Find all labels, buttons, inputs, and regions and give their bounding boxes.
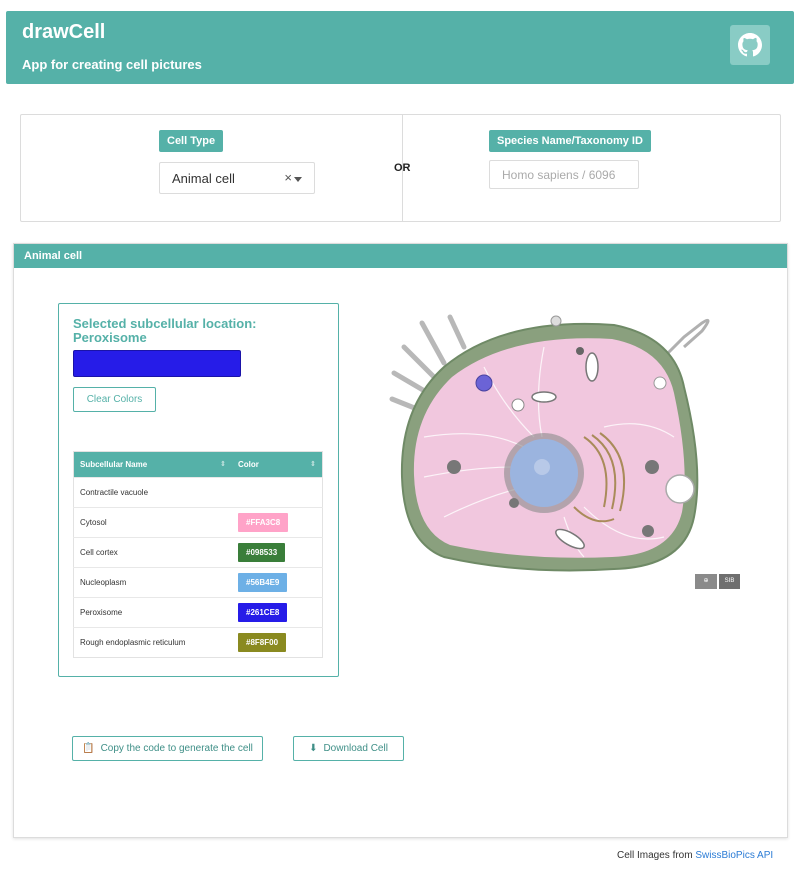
sort-icon: ⇕	[220, 461, 226, 468]
clear-colors-button[interactable]: Clear Colors	[73, 387, 156, 412]
mitochondrion	[531, 391, 557, 403]
row-name: Contractile vacuole	[73, 477, 232, 508]
selected-location-heading: Selected subcellular location: Peroxisom…	[73, 317, 273, 345]
table-row[interactable]: Cell cortex #098533	[73, 537, 323, 568]
row-color	[232, 477, 323, 508]
color-chip[interactable]: #8F8F00	[238, 633, 287, 652]
row-name: Rough endoplasmic reticulum	[73, 627, 232, 658]
cell-panel: Animal cell Selected subcellular locatio…	[13, 243, 788, 838]
clipboard-icon: 📋	[82, 743, 95, 754]
copy-code-label: Copy the code to generate the cell	[100, 743, 253, 754]
lysosome	[447, 460, 461, 474]
footer-credit: Cell Images from SwissBioPics API	[617, 850, 773, 861]
selected-location-label: Selected subcellular location:	[73, 316, 257, 331]
color-chip[interactable]: #56B4E9	[238, 573, 288, 592]
column-header-color[interactable]: Color ⇕	[232, 451, 323, 478]
github-link[interactable]	[730, 25, 770, 65]
row-name: Nucleoplasm	[73, 567, 232, 598]
sort-icon: ⇕	[310, 461, 316, 468]
or-label: OR	[394, 162, 411, 174]
color-chip[interactable]: #098533	[238, 543, 286, 562]
lysosome	[645, 460, 659, 474]
vesicle	[511, 398, 525, 412]
color-chip[interactable]: #261CE8	[238, 603, 288, 622]
swissbiopics-link[interactable]: SwissBioPics API	[695, 850, 773, 861]
row-name: Peroxisome	[73, 597, 232, 628]
subcellular-table: Subcellular Name ⇕ Color ⇕ Contractile vac…	[73, 451, 323, 658]
color-chip[interactable]: #FFA3C8	[238, 513, 289, 532]
species-label: Species Name/Taxonomy ID	[489, 130, 651, 152]
vesicle	[576, 347, 584, 355]
species-input[interactable]	[489, 160, 639, 189]
clear-icon[interactable]: ×	[284, 170, 292, 185]
copy-code-button[interactable]: 📋 Copy the code to generate the cell	[72, 736, 263, 761]
lysosome	[509, 498, 519, 508]
selection-card: Cell Type Animal cell × OR Species Name/…	[20, 114, 781, 222]
nucleolus	[534, 459, 550, 475]
peroxisome[interactable]	[475, 374, 493, 392]
table-row[interactable]: Rough endoplasmic reticulum #8F8F00	[73, 627, 323, 658]
app-subtitle: App for creating cell pictures	[22, 57, 202, 72]
selected-location-card: Selected subcellular location: Peroxisom…	[58, 303, 339, 677]
vesicle	[550, 315, 562, 327]
cell-type-select[interactable]: Animal cell ×	[159, 162, 315, 194]
table-header-row: Subcellular Name ⇕ Color ⇕	[73, 451, 323, 478]
app-title: drawCell	[22, 21, 106, 43]
row-name: Cytosol	[73, 507, 232, 538]
cell-illustration[interactable]	[384, 307, 744, 597]
selected-color-swatch[interactable]	[73, 350, 241, 377]
centrosome	[665, 474, 695, 504]
chevron-down-icon[interactable]	[294, 177, 302, 182]
selected-location-value: Peroxisome	[73, 330, 147, 345]
row-name: Cell cortex	[73, 537, 232, 568]
cell-type-label: Cell Type	[159, 130, 224, 152]
cell-type-value: Animal cell	[172, 171, 235, 186]
sib-logos: ⊕ SIB	[695, 574, 740, 589]
swissbiopics-logo: ⊕	[695, 574, 717, 589]
app-header: drawCell App for creating cell pictures	[6, 11, 794, 84]
table-row[interactable]: Nucleoplasm #56B4E9	[73, 567, 323, 598]
footer-prefix: Cell Images from	[617, 850, 693, 861]
lysosome	[642, 525, 654, 537]
table-row[interactable]: Contractile vacuole	[73, 477, 323, 508]
download-icon: ⬇	[309, 743, 318, 754]
github-icon	[738, 33, 762, 57]
column-header-name[interactable]: Subcellular Name ⇕	[73, 451, 232, 478]
panel-title: Animal cell	[14, 244, 787, 268]
download-cell-label: Download Cell	[323, 743, 388, 754]
table-row[interactable]: Peroxisome #261CE8	[73, 597, 323, 628]
download-cell-button[interactable]: ⬇ Download Cell	[293, 736, 404, 761]
vesicle	[653, 376, 667, 390]
sib-logo: SIB	[719, 574, 740, 589]
mitochondrion	[585, 352, 599, 382]
table-row[interactable]: Cytosol #FFA3C8	[73, 507, 323, 538]
